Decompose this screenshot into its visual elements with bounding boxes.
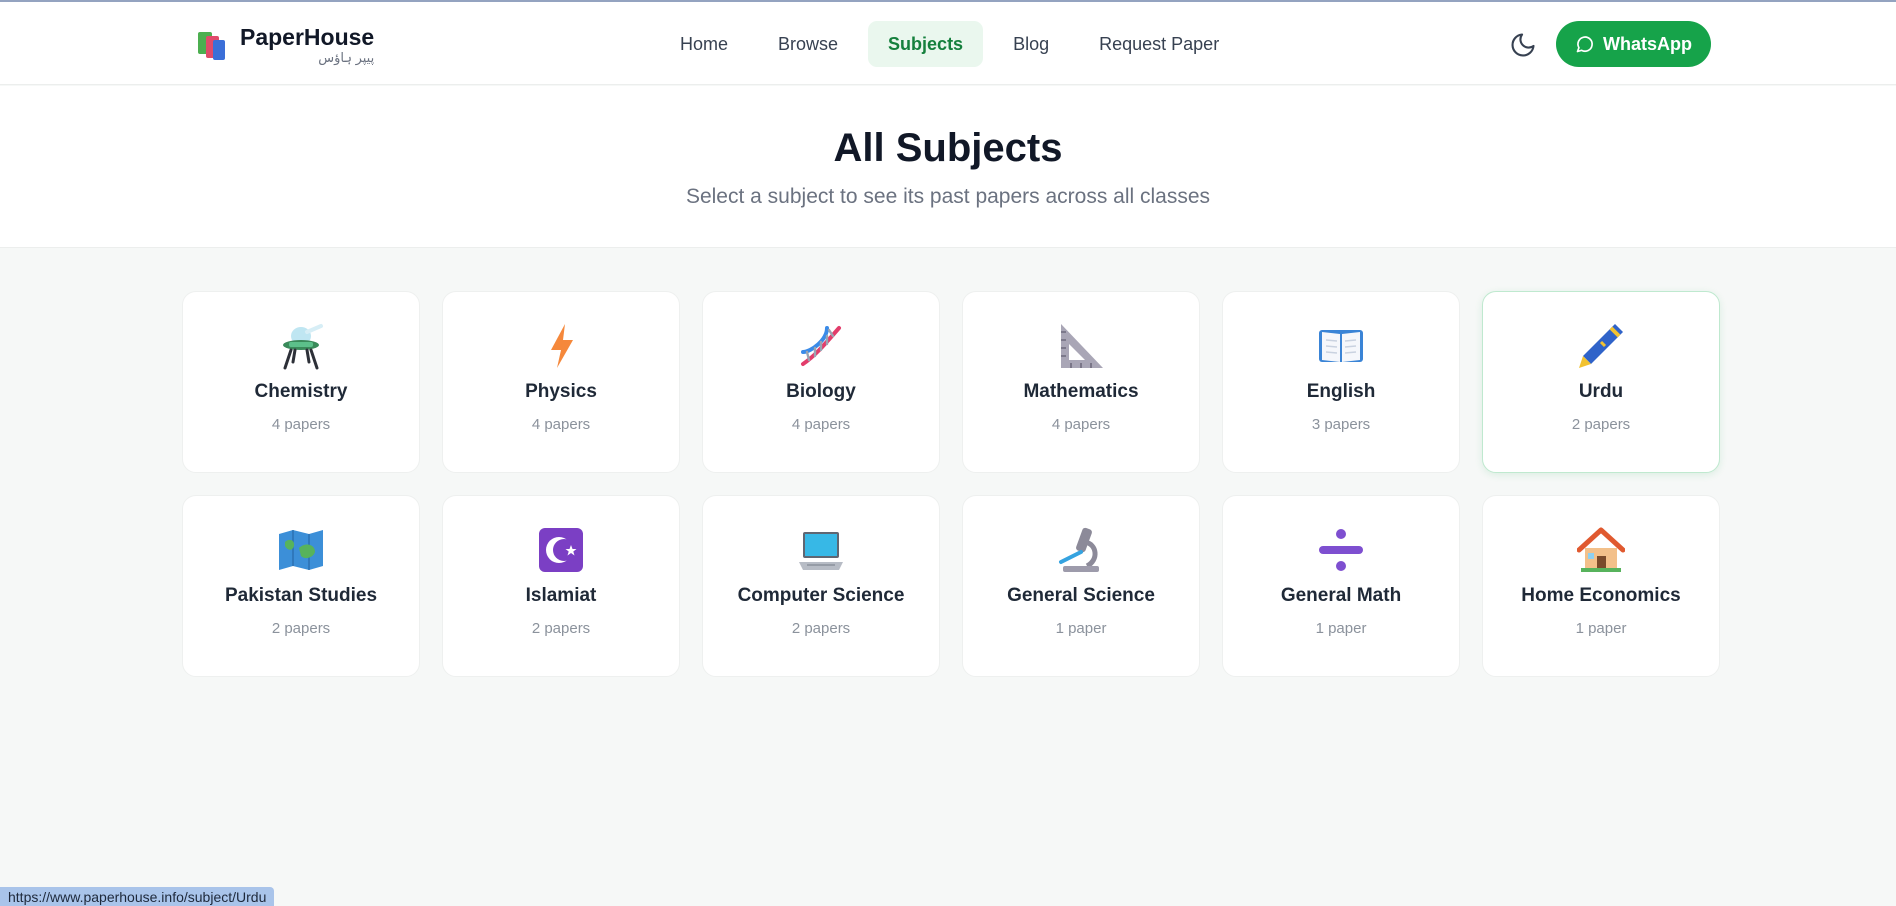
- subject-card-english[interactable]: English 3 papers: [1222, 291, 1460, 473]
- brand-name: PaperHouse: [240, 24, 375, 50]
- paper-count: 4 papers: [531, 416, 591, 433]
- divide-icon: [1319, 529, 1363, 571]
- subject-card-mathematics[interactable]: Mathematics 4 papers: [962, 291, 1200, 473]
- paper-count: 2 papers: [791, 620, 851, 637]
- dna-icon: [801, 326, 841, 366]
- paper-count: 2 papers: [271, 620, 331, 637]
- subject-name: Urdu: [1578, 381, 1624, 402]
- subject-card-general-science[interactable]: General Science 1 paper: [962, 495, 1200, 677]
- subject-card-islamiat[interactable]: Islamiat 2 papers: [442, 495, 680, 677]
- site-header: PaperHouse پیپر ہاؤس Home Browse Subject…: [0, 2, 1896, 85]
- brand-subtitle: پیپر ہاؤس: [318, 50, 375, 65]
- microscope-icon: [1059, 527, 1099, 572]
- subject-card-urdu[interactable]: Urdu 2 papers: [1482, 291, 1720, 473]
- paper-count: 2 papers: [531, 620, 591, 637]
- paper-count: 4 papers: [791, 416, 851, 433]
- test-tube-icon: [283, 324, 323, 370]
- whatsapp-label: WhatsApp: [1603, 33, 1692, 54]
- subject-card-pakistan-studies[interactable]: Pakistan Studies 2 papers: [182, 495, 420, 677]
- subject-name: Mathematics: [1023, 381, 1139, 402]
- crescent-star-icon: [539, 528, 583, 572]
- link-preview-status: https://www.paperhouse.info/subject/Urdu: [0, 887, 275, 906]
- subject-card-biology[interactable]: Biology 4 papers: [702, 291, 940, 473]
- nav-subjects[interactable]: Subjects: [868, 21, 984, 67]
- subject-name: Computer Science: [737, 585, 905, 606]
- subject-name: Islamiat: [525, 585, 597, 606]
- whatsapp-button[interactable]: WhatsApp: [1556, 21, 1711, 67]
- subjects-grid: Chemistry 4 papers Physics 4 papers Biol…: [182, 291, 1722, 677]
- page-hero: All Subjects Select a subject to see its…: [0, 86, 1896, 248]
- subject-card-home-economics[interactable]: Home Economics 1 paper: [1482, 495, 1720, 677]
- chat-bubble-icon: [1576, 36, 1593, 53]
- paper-count: 1 paper: [1315, 620, 1367, 637]
- pen-icon: [1579, 324, 1623, 368]
- page-title: All Subjects: [833, 126, 1063, 170]
- paper-count: 4 papers: [271, 416, 331, 433]
- nav-browse[interactable]: Browse: [758, 21, 858, 67]
- subject-name: Physics: [525, 381, 597, 402]
- subject-name: Home Economics: [1521, 585, 1681, 606]
- laptop-icon: [799, 532, 843, 570]
- paper-count: 1 paper: [1055, 620, 1107, 637]
- triangle-ruler-icon: [1061, 324, 1103, 368]
- nav-request-paper[interactable]: Request Paper: [1079, 21, 1239, 67]
- house-icon: [1577, 527, 1625, 572]
- subject-card-general-math[interactable]: General Math 1 paper: [1222, 495, 1460, 677]
- page-subtitle: Select a subject to see its past papers …: [685, 185, 1211, 208]
- paper-count: 3 papers: [1311, 416, 1371, 433]
- subject-name: General Science: [1007, 585, 1155, 606]
- subject-name: General Math: [1280, 585, 1402, 606]
- subject-card-chemistry[interactable]: Chemistry 4 papers: [182, 291, 420, 473]
- nav-blog[interactable]: Blog: [993, 21, 1069, 67]
- moon-icon[interactable]: [1509, 31, 1537, 59]
- subject-card-physics[interactable]: Physics 4 papers: [442, 291, 680, 473]
- world-map-icon: [279, 530, 323, 570]
- paper-count: 4 papers: [1051, 416, 1111, 433]
- books-logo-icon: [196, 28, 228, 62]
- main-nav: Home Browse Subjects Blog Request Paper: [660, 21, 1239, 67]
- open-book-icon: [1319, 330, 1363, 362]
- paper-count: 2 papers: [1571, 416, 1631, 433]
- subject-name: English: [1306, 381, 1376, 402]
- nav-home[interactable]: Home: [660, 21, 748, 67]
- paper-count: 1 paper: [1575, 620, 1627, 637]
- subject-name: Chemistry: [254, 381, 348, 402]
- subject-name: Biology: [786, 381, 856, 402]
- brand-logo-link[interactable]: PaperHouse پیپر ہاؤس: [196, 24, 374, 66]
- subject-name: Pakistan Studies: [224, 585, 378, 606]
- subject-card-computer-science[interactable]: Computer Science 2 papers: [702, 495, 940, 677]
- lightning-icon: [551, 324, 573, 368]
